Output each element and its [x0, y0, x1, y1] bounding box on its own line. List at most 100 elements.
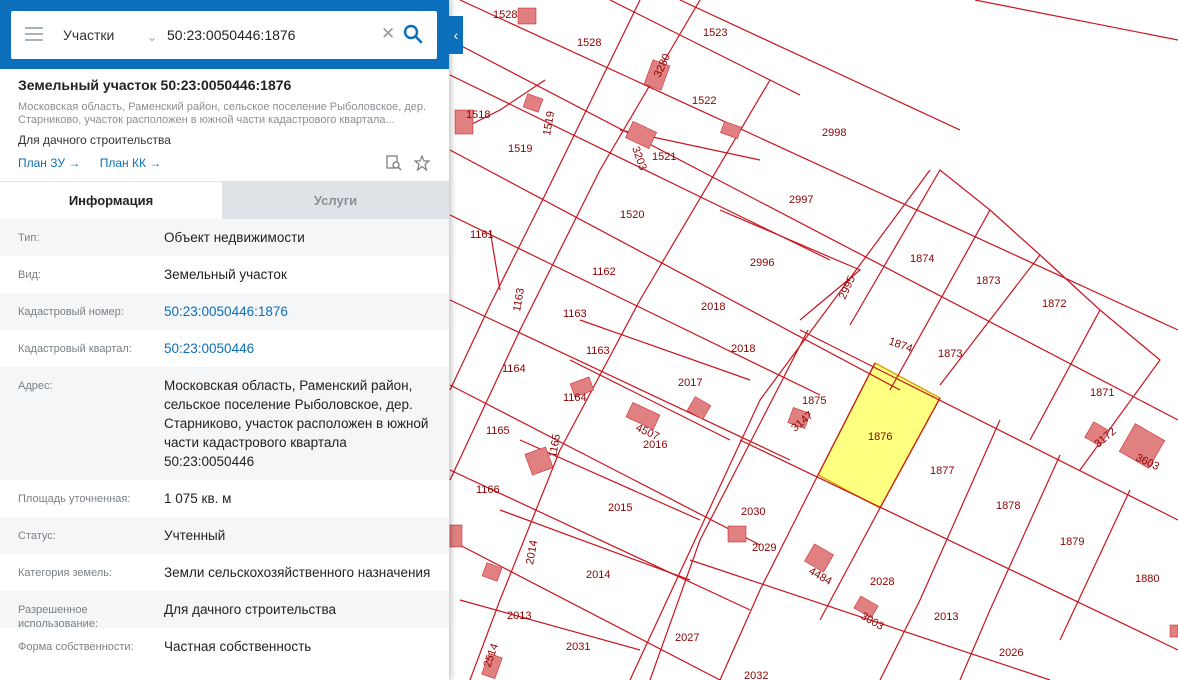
- tab-services[interactable]: Услуги: [222, 182, 449, 220]
- parcel-boundary: [449, 39, 1178, 421]
- building-footprint: [522, 93, 544, 113]
- parcel-boundary: [449, 384, 761, 546]
- info-row-cadastral-number: Кадастровый номер: 50:23:0050446:1876: [0, 293, 449, 330]
- info-key: Кадастровый квартал:: [18, 343, 132, 355]
- parcel-label: 2026: [999, 647, 1023, 659]
- parcel-label: 1164: [563, 392, 587, 404]
- info-row-type: Тип: Объект недвижимости: [0, 219, 449, 256]
- parcel-label: 2013: [507, 610, 531, 622]
- info-key: Разрешенное использование:: [18, 604, 98, 630]
- layer-select[interactable]: Участки ⌄: [55, 23, 165, 47]
- building-footprint: [1169, 624, 1178, 638]
- parcel-boundary: [459, 0, 1178, 331]
- parcel-label: 2013: [934, 611, 958, 623]
- parcel-boundary: [679, 0, 961, 131]
- parcel-label: 4484: [807, 565, 834, 588]
- info-value: Для дачного строительства: [164, 602, 337, 617]
- parcel-label: 1879: [1060, 536, 1084, 548]
- parcel-label: 2997: [789, 194, 813, 206]
- building-footprint: [686, 396, 712, 420]
- parcel-label: 1522: [692, 95, 716, 107]
- layer-select-label: Участки: [63, 27, 115, 43]
- cadastral-number-link[interactable]: 50:23:0050446:1876: [164, 302, 435, 321]
- parcel-boundary: [739, 439, 1178, 651]
- building-footprint: [449, 524, 463, 548]
- chevron-down-icon: ⌄: [147, 30, 158, 44]
- star-icon[interactable]: [413, 154, 432, 172]
- parcel-label: 3003: [859, 610, 886, 633]
- parcel-label: 2018: [701, 301, 725, 313]
- building-footprint: [517, 7, 537, 25]
- parcel-label: 1528: [577, 37, 601, 49]
- plan-search-icon[interactable]: [386, 155, 402, 171]
- parcel-boundary: [974, 0, 1178, 41]
- parcel-label: 2027: [675, 632, 699, 644]
- parcel-header: Земельный участок 50:23:0050446:1876 Мос…: [18, 77, 438, 147]
- chevron-left-icon[interactable]: ‹: [449, 16, 463, 54]
- parcel-label: 1874: [887, 336, 914, 356]
- info-value: Земельный участок: [164, 267, 287, 282]
- info-key: Тип:: [18, 232, 40, 244]
- parcel-label: 1880: [1135, 573, 1159, 585]
- clear-icon[interactable]: ✕: [381, 24, 395, 44]
- parcel-label: 1162: [592, 266, 616, 278]
- parcel-label: 1163: [563, 308, 587, 320]
- parcel-label: 1519: [508, 143, 532, 155]
- parcel-boundary: [649, 329, 809, 680]
- parcel-label: 2014: [586, 569, 610, 581]
- parcel-label: 1166: [476, 484, 500, 496]
- parcel-boundary: [849, 169, 991, 391]
- parcel-label: 1164: [502, 363, 526, 375]
- parcel-label: 2031: [566, 641, 590, 653]
- parcel-address-short: Московская область, Раменский район, сел…: [18, 101, 427, 126]
- parcel-label: 1165: [486, 425, 510, 437]
- parcel-label: 2998: [822, 127, 846, 139]
- parcel-label: 1875: [802, 395, 826, 407]
- parcel-label: 2017: [678, 377, 702, 389]
- parcel-label: 1878: [996, 500, 1020, 512]
- info-panel: Участки ⌄ ✕ Земельный участок 50:23:0050…: [0, 0, 449, 680]
- info-list: Тип: Объект недвижимости Вид: Земельный уч…: [0, 219, 449, 665]
- parcel-label: 1874: [910, 253, 934, 265]
- parcel-label: 3203: [629, 145, 649, 172]
- info-value: Частная собственность: [164, 639, 312, 654]
- info-key: Статус:: [18, 530, 56, 542]
- info-value: Учтенный: [164, 528, 226, 543]
- parcel-boundary: [609, 0, 801, 96]
- parcel-label: 1528: [493, 9, 517, 21]
- parcel-boundary: [1029, 254, 1101, 441]
- parcel-label: 2030: [741, 506, 765, 518]
- info-value: Московская область, Раменский район, сел…: [164, 378, 429, 469]
- search-bar: Участки ⌄ ✕: [0, 0, 449, 69]
- menu-icon[interactable]: [25, 27, 43, 41]
- search-input[interactable]: [167, 23, 377, 47]
- parcel-label: 1163: [511, 287, 527, 312]
- info-row-land-category: Категория земель: Земли сельскохозяйствен…: [0, 554, 449, 591]
- parcel-label: 2995: [837, 274, 858, 301]
- tabs: Информация Услуги: [0, 181, 449, 220]
- tab-information[interactable]: Информация: [0, 182, 222, 220]
- parcel-boundary: [1059, 489, 1131, 641]
- parcel-label: 2028: [870, 576, 894, 588]
- parcel-label: 1873: [938, 348, 962, 360]
- parcel-label: 1163: [586, 345, 610, 357]
- parcel-label: 1518: [466, 109, 490, 121]
- info-key: Кадастровый номер:: [18, 306, 124, 318]
- parcel-label: 1873: [976, 275, 1000, 287]
- info-key: Адрес:: [18, 380, 53, 392]
- parcel-label: 1877: [930, 465, 954, 477]
- info-value: 1 075 кв. м: [164, 491, 232, 506]
- parcel-label: 2032: [744, 670, 768, 680]
- cadastral-quarter-link[interactable]: 50:23:0050446: [164, 339, 435, 358]
- parcel-label: 2015: [608, 502, 632, 514]
- search-icon[interactable]: [403, 24, 423, 44]
- info-row-permitted-use: Разрешенное использование: Для дачного ст…: [0, 591, 449, 630]
- info-row-status: Статус: Учтенный: [0, 517, 449, 554]
- parcel-label: 1521: [652, 151, 676, 163]
- info-key: Вид:: [18, 269, 41, 281]
- parcel-label: 1876: [868, 431, 892, 443]
- parcel-label: 1520: [620, 209, 644, 221]
- plan-kk-link[interactable]: План КК →: [100, 156, 162, 170]
- parcel-label: 1161: [470, 229, 494, 241]
- plan-zu-link[interactable]: План ЗУ →: [18, 156, 80, 170]
